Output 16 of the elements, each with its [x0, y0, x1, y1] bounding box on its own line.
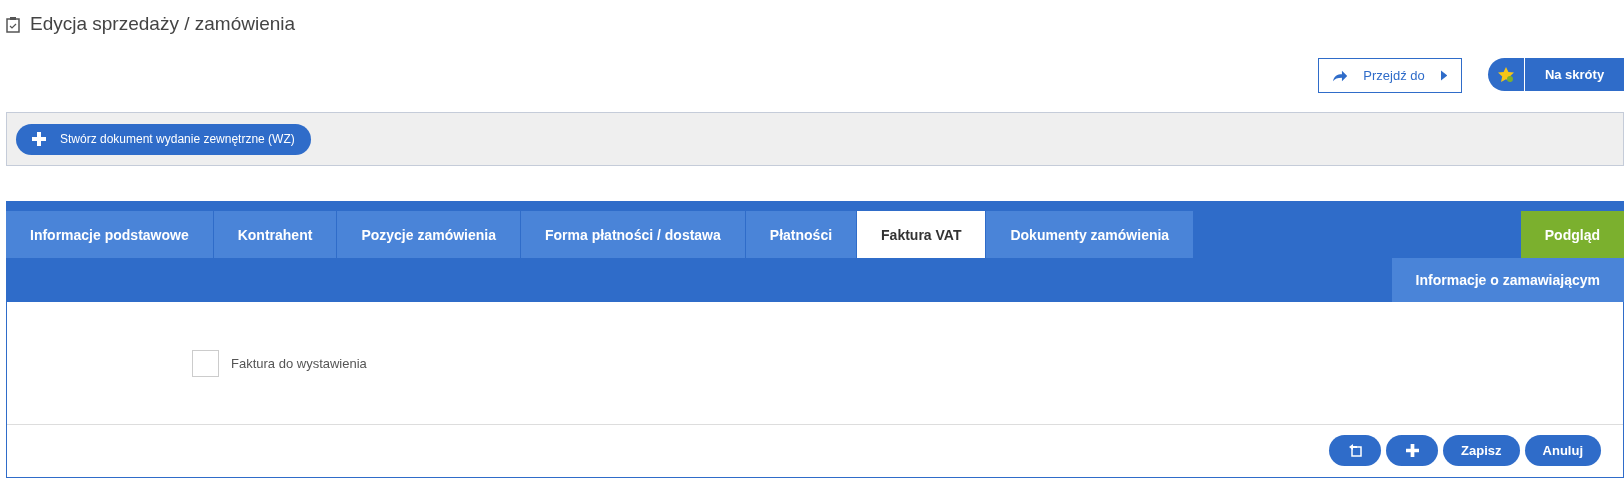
tab[interactable]: Kontrahent: [213, 211, 337, 258]
tab[interactable]: Faktura VAT: [857, 211, 986, 258]
page-title: Edycja sprzedaży / zamówienia: [30, 13, 296, 35]
preview-tab[interactable]: Podgląd: [1520, 211, 1624, 258]
tab[interactable]: Forma płatności / dostawa: [521, 211, 745, 258]
footer-button[interactable]: Zapisz: [1443, 435, 1520, 466]
goto-button[interactable]: Przejdź do: [1318, 58, 1462, 93]
customer-info-tab[interactable]: Informacje o zamawiającym: [1391, 258, 1624, 302]
tab[interactable]: Informacje podstawowe: [6, 211, 213, 258]
tab[interactable]: Pozycje zamówienia: [337, 211, 520, 258]
tab[interactable]: Dokumenty zamówienia: [986, 211, 1194, 258]
tab[interactable]: Płatności: [745, 211, 857, 258]
create-document-button[interactable]: Stwórz dokument wydanie zewnętrzne (WZ): [16, 123, 311, 155]
footer-button[interactable]: Anuluj: [1524, 435, 1601, 466]
checkbox-label: Faktura do wystawienia: [231, 355, 367, 371]
shortcuts-button[interactable]: Na skróty: [1488, 58, 1624, 91]
